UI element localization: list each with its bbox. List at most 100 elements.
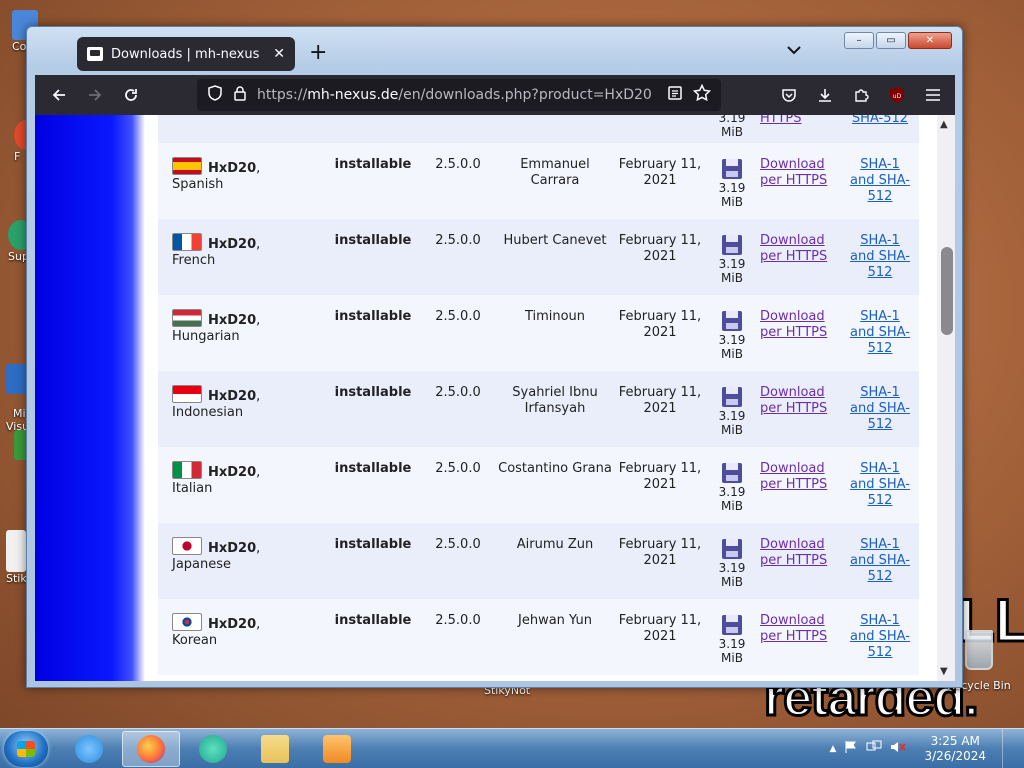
- table-row: HxD20, Spanish installable 2.5.0.0 Emmanuel…: [158, 143, 919, 219]
- pocket-icon[interactable]: [771, 77, 807, 113]
- lock-icon[interactable]: [233, 85, 247, 105]
- hash-link[interactable]: SHA-1 and SHA-512: [850, 537, 910, 584]
- minimize-button[interactable]: –: [844, 32, 874, 49]
- action-center-flag-icon[interactable]: [844, 740, 858, 758]
- hamburger-menu-icon[interactable]: [915, 77, 951, 113]
- download-cell: Download per HTTPS: [758, 537, 850, 569]
- version: 2.5.0.0: [435, 537, 481, 552]
- tab-downloads[interactable]: Downloads | mh-nexus ✕: [77, 37, 295, 71]
- hash-cell: SHA-1 and SHA-512: [850, 157, 910, 205]
- url-bar[interactable]: https://mh-nexus.de/en/downloads.php?pro…: [197, 79, 721, 111]
- hash-link[interactable]: SHA-1 and SHA-512: [850, 309, 910, 356]
- start-button[interactable]: [4, 731, 48, 767]
- reader-view-icon[interactable]: [667, 85, 683, 105]
- flag-korean-icon: [172, 613, 202, 631]
- download-link[interactable]: Download per HTTPS: [760, 537, 827, 568]
- url-text[interactable]: https://mh-nexus.de/en/downloads.php?pro…: [257, 87, 657, 103]
- file-size-cell: 3.19 MiB: [706, 613, 758, 665]
- mh-nexus-favicon-icon: [87, 47, 103, 61]
- file-size: 3.19 MiB: [718, 409, 746, 437]
- product-cell: HxD20, French: [158, 233, 326, 269]
- forward-icon[interactable]: [77, 77, 113, 113]
- scrollbar-thumb[interactable]: [941, 247, 953, 335]
- version: 2.5.0.0: [435, 157, 481, 172]
- taskbar: ▲ 3:25 AM 3/26/2024: [0, 728, 1024, 768]
- version: 2.5.0.0: [435, 309, 481, 324]
- taskbar-firefox[interactable]: [122, 731, 180, 767]
- version: 2.5.0.0: [435, 385, 481, 400]
- downloads-icon[interactable]: [807, 77, 843, 113]
- hash-link[interactable]: SHA-1 and SHA-512: [850, 233, 910, 280]
- table-row: HxD20, Italian installable 2.5.0.0 Costanti…: [158, 447, 919, 523]
- scroll-down-icon[interactable]: ▼: [940, 666, 948, 677]
- extensions-icon[interactable]: [843, 77, 879, 113]
- release-date: February 11, 2021: [618, 309, 702, 340]
- back-icon[interactable]: [41, 77, 77, 113]
- volume-muted-icon[interactable]: [890, 740, 907, 758]
- package-type: installable: [334, 537, 412, 552]
- show-desktop-button[interactable]: [1002, 729, 1014, 768]
- new-tab-button[interactable]: +: [309, 41, 327, 65]
- download-cell: Download per HTTPS: [758, 461, 850, 493]
- file-size-cell: 3.19 MiB: [706, 309, 758, 361]
- tracking-protection-shield-icon[interactable]: [207, 85, 223, 105]
- file-explorer-icon: [261, 735, 289, 763]
- download-link[interactable]: Download per HTTPS: [760, 613, 827, 644]
- maximize-button[interactable]: ▭: [876, 32, 906, 49]
- language-name: French: [172, 253, 216, 268]
- download-link[interactable]: Download per HTTPS: [760, 157, 827, 188]
- taskbar-media-player[interactable]: [308, 731, 366, 767]
- download-link[interactable]: Download per HTTPS: [760, 385, 827, 416]
- download-link[interactable]: Download per HTTPS: [760, 461, 827, 492]
- file-size-cell: 3.19 MiB: [706, 157, 758, 209]
- internet-explorer-icon: [75, 735, 103, 763]
- translator: Hubert Canevet: [503, 233, 607, 248]
- media-player-icon: [323, 735, 351, 763]
- file-size: 3.19 MiB: [718, 115, 746, 139]
- list-all-tabs-button[interactable]: [787, 43, 801, 59]
- svg-text:uD: uD: [893, 93, 902, 100]
- table-row: HxD20, Japanese installable 2.5.0.0 Airumu …: [158, 523, 919, 599]
- floppy-disk-icon: [722, 311, 742, 331]
- hash-link[interactable]: SHA-1 and SHA-512: [850, 157, 910, 204]
- hash-link[interactable]: SHA-1 and SHA-512: [850, 385, 910, 432]
- show-hidden-icons-arrow-icon[interactable]: ▲: [830, 744, 837, 754]
- network-icon[interactable]: [866, 740, 882, 758]
- flag-japanese-icon: [172, 537, 202, 555]
- hash-link[interactable]: SHA-1 and SHA-512: [850, 461, 910, 508]
- close-tab-icon[interactable]: ✕: [273, 46, 285, 62]
- clock[interactable]: 3:25 AM 3/26/2024: [924, 734, 986, 764]
- page-viewport: 3.19 MiB HTTPS SHA-512 HxD20, Spanish ins…: [35, 115, 955, 681]
- download-link[interactable]: Download per HTTPS: [760, 233, 827, 264]
- taskbar-file-explorer[interactable]: [246, 731, 304, 767]
- version: 2.5.0.0: [435, 461, 481, 476]
- product-name: HxD20: [208, 313, 257, 328]
- window-controls: – ▭ ✕: [844, 32, 952, 49]
- table-row: HxD20, French installable 2.5.0.0 Hubert Ca…: [158, 219, 919, 295]
- bookmark-star-icon[interactable]: [692, 83, 712, 106]
- release-date: February 11, 2021: [618, 613, 702, 644]
- download-link[interactable]: Download per HTTPS: [760, 309, 827, 340]
- taskbar-chat-app[interactable]: [184, 731, 242, 767]
- url-host: mh-nexus.de: [307, 87, 399, 103]
- vertical-scrollbar[interactable]: ▲ ▼: [937, 115, 955, 681]
- taskbar-internet-explorer[interactable]: [60, 731, 118, 767]
- product-name: HxD20: [208, 161, 257, 176]
- product-name: HxD20: [208, 237, 257, 252]
- floppy-disk-icon: [722, 615, 742, 635]
- translator: Jehwan Yun: [518, 613, 592, 628]
- release-date: February 11, 2021: [618, 537, 702, 568]
- reload-icon[interactable]: [113, 77, 149, 113]
- product-cell: HxD20, Japanese: [158, 537, 326, 573]
- file-size: 3.19 MiB: [718, 561, 746, 589]
- close-window-button[interactable]: ✕: [908, 32, 952, 49]
- file-size-cell: 3.19 MiB: [706, 537, 758, 589]
- download-link[interactable]: HTTPS: [760, 115, 850, 127]
- floppy-disk-icon: [722, 539, 742, 559]
- hash-link[interactable]: SHA-1 and SHA-512: [850, 613, 910, 660]
- hash-link[interactable]: SHA-512: [850, 115, 910, 127]
- download-cell: Download per HTTPS: [758, 233, 850, 265]
- ublock-origin-icon[interactable]: uD: [879, 77, 915, 113]
- scroll-up-icon[interactable]: ▲: [940, 119, 948, 130]
- floppy-disk-icon: [722, 235, 742, 255]
